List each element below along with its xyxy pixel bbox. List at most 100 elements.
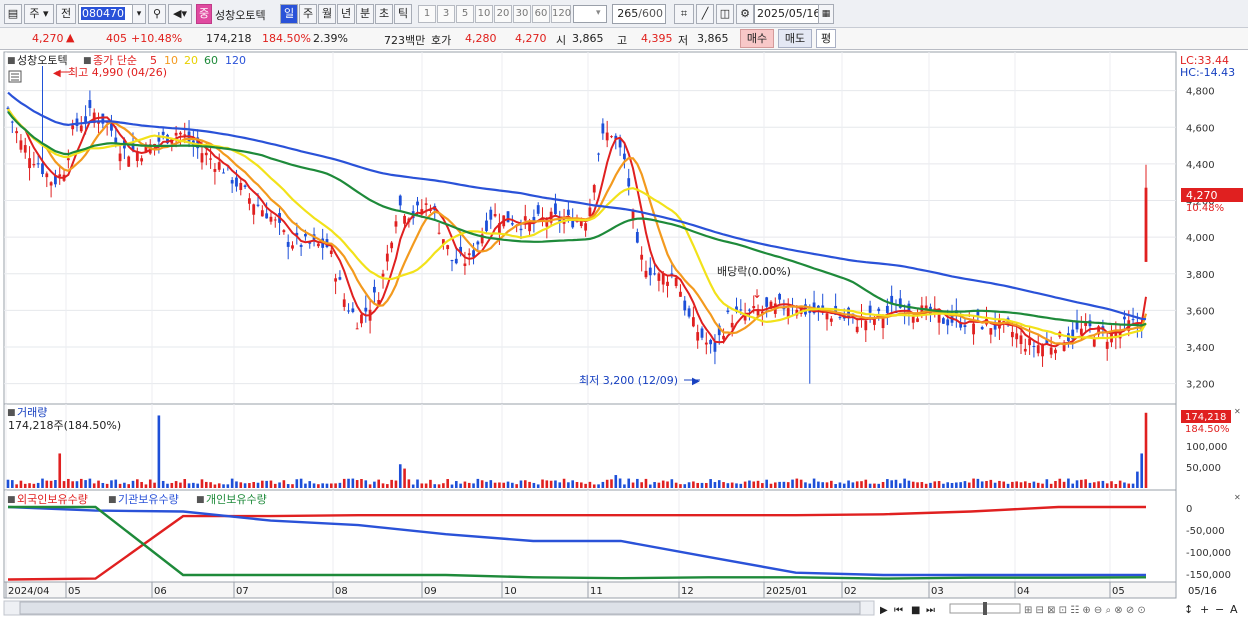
data-count-input[interactable]: 265/600 [612,4,666,24]
ma-120-label: 120 [225,54,246,67]
interval-60-button[interactable]: 60 [532,5,550,23]
window-menu-icon[interactable]: ▤ [4,4,22,24]
period-tick-button[interactable]: 틱 [394,4,412,24]
candle-body [1054,349,1057,354]
period-year-button[interactable]: 년 [337,4,355,24]
candle-body [140,158,144,162]
calendar-icon[interactable]: ▦ [818,4,834,24]
interval-20-button[interactable]: 20 [494,5,512,23]
volume-bar [502,482,506,488]
holdings-close-icon[interactable]: ✕ [1234,493,1241,502]
volume-bar [71,481,74,488]
candle-body [286,241,290,247]
volume-bar [894,479,898,488]
volume-bar [778,481,781,488]
x-axis-label: 11 [590,586,603,597]
volume-bar [329,483,333,488]
volume-bar [1127,483,1131,488]
candle-body [355,328,359,330]
volume-bar [101,482,105,488]
scrollbar-thumb[interactable] [19,601,861,615]
interval-10-button[interactable]: 10 [475,5,493,23]
candle-body [45,173,49,178]
volume-close-icon[interactable]: ✕ [1234,407,1241,416]
volume-bar [196,483,199,488]
custom-interval-dropdown-icon[interactable]: ▾ [596,8,601,18]
scroll-right-icon[interactable]: ▶ [880,605,888,616]
volume-bar [696,482,699,488]
volume-bar [623,484,626,488]
sell-button[interactable]: 매도 [778,29,812,48]
volume-bar [903,478,906,488]
volume-bar [985,480,988,488]
candle-body [1019,335,1023,345]
chart-tools-icon[interactable]: ⌗ [674,4,694,24]
volume-bar [640,482,643,488]
sound-icon[interactable]: ◀▾ [168,4,192,24]
eval-button[interactable]: 평 [816,29,836,48]
candle-body [424,203,428,205]
volume-bar [493,482,497,488]
interval-1-button[interactable]: 1 [418,5,436,23]
period-week-button[interactable]: 주 [299,4,317,24]
scroll-last-icon[interactable]: ⏭ [926,605,935,616]
tool-icons[interactable]: ⊞ ⊟ ⊠ ⊡ ☷ ⊕ ⊖ ⌕ ⊗ ⊘ ⊙ [1024,605,1146,616]
volume-bar [860,481,863,488]
market-select[interactable]: 주 ▾ [24,4,54,24]
zoom-icon[interactable]: ◫ [716,4,734,24]
volume-bar [243,483,247,488]
candle-body [49,182,53,186]
zoom-slider-thumb[interactable] [983,602,987,615]
period-day-button[interactable]: 일 [280,4,298,24]
code-dropdown-icon[interactable]: ▾ [132,4,146,24]
scroll-first-icon[interactable]: ⏮ [894,605,903,616]
move-icon[interactable]: ↕ [1184,603,1193,616]
candle-body [657,273,661,281]
interval-5-button[interactable]: 5 [456,5,474,23]
volume-bar [799,479,803,488]
volume-bar [588,481,592,488]
custom-interval-input[interactable] [573,5,607,23]
volume-bar [713,482,717,488]
candle-body [640,254,644,260]
volume-bar [536,484,540,488]
volume-bar [416,479,419,488]
gear-icon[interactable]: ⚙ [736,4,754,24]
interval-3-button[interactable]: 3 [437,5,455,23]
volume-bar [282,480,286,488]
minus-icon[interactable]: − [1215,603,1224,616]
buy-button[interactable]: 매수 [740,29,774,48]
line-tool-icon[interactable]: ╱ [696,4,714,24]
volume-bar [726,483,730,488]
interval-120-button[interactable]: 120 [551,5,571,23]
stop-icon[interactable]: ■ [911,605,920,616]
x-axis-label: 12 [681,586,694,597]
search-icon[interactable]: ⚲ [148,4,166,24]
volume-bar [562,478,566,488]
volume-bar [364,480,368,488]
plus-icon[interactable]: + [1200,603,1209,616]
volume-bar [877,483,881,488]
period-month-button[interactable]: 월 [318,4,336,24]
volume-bar [584,483,587,488]
volume-bar [618,478,622,488]
volume-bar [705,482,708,488]
candle-body [1041,345,1044,357]
volume-bar [666,481,669,488]
candle-body [510,223,514,225]
prev-select[interactable]: 전 [56,4,76,24]
volume-bar [1110,481,1113,488]
text-tool-icon[interactable]: A [1230,603,1238,616]
candle-body [519,228,523,231]
interval-30-button[interactable]: 30 [513,5,531,23]
x-axis-label: 07 [236,586,249,597]
volume-bar [342,478,346,488]
candle-body [28,158,31,169]
period-second-button[interactable]: 초 [375,4,393,24]
period-minute-button[interactable]: 분 [356,4,374,24]
volume-bar [58,453,62,488]
volume-bar [32,483,36,488]
x-axis-label: 08 [335,586,348,597]
volume-bar [54,480,57,488]
price-panel-frame [3,51,1177,405]
